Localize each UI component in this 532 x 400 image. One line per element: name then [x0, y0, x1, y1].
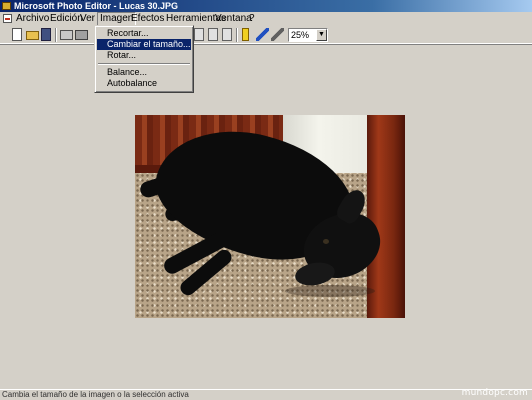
toolbar: 25% ▼: [0, 26, 532, 44]
window-title: Microsoft Photo Editor - Lucas 30.JPG: [14, 1, 179, 11]
print-icon[interactable]: [60, 30, 73, 40]
zoom-select[interactable]: 25% ▼: [288, 28, 328, 42]
menu-item-autobalance[interactable]: Autobalance: [97, 78, 191, 89]
photo-door-frame: [367, 115, 405, 318]
menu-ver[interactable]: Ver: [78, 12, 97, 26]
document-icon[interactable]: [3, 14, 12, 23]
menu-item-recortar[interactable]: Recortar...: [97, 28, 191, 39]
scan-icon[interactable]: [75, 30, 88, 40]
zoom-value: 25%: [291, 30, 310, 40]
new-file-icon[interactable]: [12, 28, 22, 41]
dog-eye: [323, 239, 329, 244]
menu-bar: Archivo Edición Ver Imagen Efectos Herra…: [0, 12, 532, 26]
brush-icon[interactable]: [271, 28, 284, 41]
status-text: Cambia el tamaño de la imagen o la selec…: [2, 390, 189, 399]
menu-efectos[interactable]: Efectos: [129, 12, 166, 26]
menu-separator: [98, 63, 190, 65]
select-tool-icon[interactable]: [208, 28, 218, 41]
menu-item-cambiar-tamano[interactable]: Cambiar el tamaño...: [97, 39, 191, 50]
chevron-down-icon[interactable]: ▼: [316, 29, 327, 41]
toolbar-separator: [236, 28, 238, 42]
photo-editor-app-icon[interactable]: [2, 2, 11, 10]
menu-archivo[interactable]: Archivo: [14, 12, 51, 26]
pencil-icon[interactable]: [256, 28, 269, 41]
menu-item-rotar[interactable]: Rotar...: [97, 50, 191, 61]
toolbar-separator: [55, 28, 57, 42]
crop-tool-icon[interactable]: [222, 28, 232, 41]
save-icon[interactable]: [41, 28, 51, 41]
title-bar: Microsoft Photo Editor - Lucas 30.JPG: [0, 0, 532, 12]
dog-photo-image[interactable]: [135, 115, 405, 318]
transparency-icon[interactable]: [242, 28, 249, 41]
menu-help[interactable]: ?: [247, 12, 257, 26]
menu-item-balance[interactable]: Balance...: [97, 67, 191, 78]
open-folder-icon[interactable]: [26, 31, 39, 40]
imagen-menu-dropdown: Recortar... Cambiar el tamaño... Rotar..…: [94, 25, 194, 93]
watermark: mundopc.com: [461, 388, 528, 398]
status-bar: Cambia el tamaño de la imagen o la selec…: [0, 389, 532, 400]
photo-shadow: [285, 285, 375, 297]
zoom-tool-icon[interactable]: [194, 28, 204, 41]
